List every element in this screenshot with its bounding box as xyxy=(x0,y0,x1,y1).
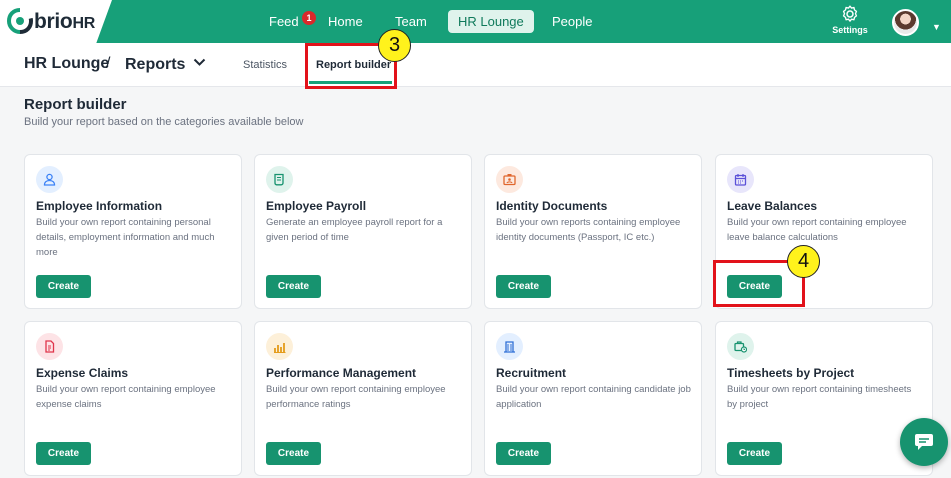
chat-button[interactable] xyxy=(900,418,948,466)
report-card-employee-information: Employee Information Build your own repo… xyxy=(24,154,242,309)
create-button[interactable]: Create xyxy=(36,442,91,465)
report-card-timesheets-by-project: Timesheets by Project Build your own rep… xyxy=(715,321,933,476)
notification-badge: 1 xyxy=(302,11,316,25)
tab-statistics[interactable]: Statistics xyxy=(243,59,287,71)
briefcase-clock-icon xyxy=(727,333,754,360)
card-description: Build your own report containing employe… xyxy=(36,384,216,410)
logo[interactable]: brioHR xyxy=(0,0,112,43)
create-button[interactable]: Create xyxy=(36,275,91,298)
report-card-identity-documents: Identity Documents Build your own report… xyxy=(484,154,702,309)
nav-team[interactable]: Team xyxy=(395,14,427,29)
calendar-icon xyxy=(727,166,754,193)
card-title: Performance Management xyxy=(266,366,417,380)
nav-people[interactable]: People xyxy=(552,14,592,29)
sub-header: HR Lounge / Reports Statistics Report bu… xyxy=(0,43,951,87)
avatar[interactable] xyxy=(892,9,919,36)
create-button[interactable]: Create xyxy=(266,275,321,298)
nav-feed[interactable]: Feed xyxy=(269,14,299,29)
brand-name: brioHR xyxy=(34,10,95,33)
card-title: Identity Documents xyxy=(496,199,608,213)
annotation-step-marker: 4 xyxy=(787,245,820,278)
card-description: Generate an employee payroll report for … xyxy=(266,217,443,243)
document-icon xyxy=(36,333,63,360)
brio-logo-icon xyxy=(7,8,33,34)
create-button[interactable]: Create xyxy=(266,442,321,465)
chevron-down-icon[interactable]: ▼ xyxy=(932,22,941,32)
nav-hr-lounge[interactable]: HR Lounge xyxy=(448,10,534,33)
settings-button[interactable]: Settings xyxy=(831,5,869,35)
create-button[interactable]: Create xyxy=(496,442,551,465)
breadcrumb-page[interactable]: Reports xyxy=(125,56,185,74)
card-title: Expense Claims xyxy=(36,366,129,380)
card-description: Build your own report containing candida… xyxy=(496,384,691,410)
breadcrumb-section[interactable]: HR Lounge xyxy=(24,55,109,73)
card-title: Timesheets by Project xyxy=(727,366,855,380)
page-subtitle: Build your report based on the categorie… xyxy=(24,116,304,128)
user-icon xyxy=(36,166,63,193)
card-title: Leave Balances xyxy=(727,199,818,213)
annotation-step-marker: 3 xyxy=(378,29,411,62)
settings-label: Settings xyxy=(832,25,868,35)
create-button[interactable]: Create xyxy=(496,275,551,298)
report-card-expense-claims: Expense Claims Build your own report con… xyxy=(24,321,242,476)
report-card-performance-management: Performance Management Build your own re… xyxy=(254,321,472,476)
report-card-employee-payroll: Employee Payroll Generate an employee pa… xyxy=(254,154,472,309)
nav-home[interactable]: Home xyxy=(328,14,363,29)
card-description: Build your own report containing employe… xyxy=(727,217,907,243)
report-card-recruitment: Recruitment Build your own report contai… xyxy=(484,321,702,476)
top-navbar: brioHR Feed 1 Home Team HR Lounge People… xyxy=(0,0,951,43)
page-title: Report builder xyxy=(24,96,127,113)
card-description: Build your own report containing timeshe… xyxy=(727,384,912,410)
chevron-down-icon[interactable] xyxy=(193,58,206,67)
create-button[interactable]: Create xyxy=(727,442,782,465)
card-description: Build your own report containing employe… xyxy=(266,384,446,410)
building-icon xyxy=(496,333,523,360)
breadcrumb-separator: / xyxy=(106,55,111,72)
card-title: Employee Information xyxy=(36,199,163,213)
receipt-icon xyxy=(266,166,293,193)
id-card-icon xyxy=(496,166,523,193)
card-description: Build your own reports containing employ… xyxy=(496,217,681,243)
gear-icon xyxy=(842,5,858,22)
card-description: Build your own report containing persona… xyxy=(36,217,215,258)
chat-bubble-icon xyxy=(915,434,933,450)
card-title: Employee Payroll xyxy=(266,199,367,213)
bar-chart-icon xyxy=(266,333,293,360)
card-title: Recruitment xyxy=(496,366,567,380)
